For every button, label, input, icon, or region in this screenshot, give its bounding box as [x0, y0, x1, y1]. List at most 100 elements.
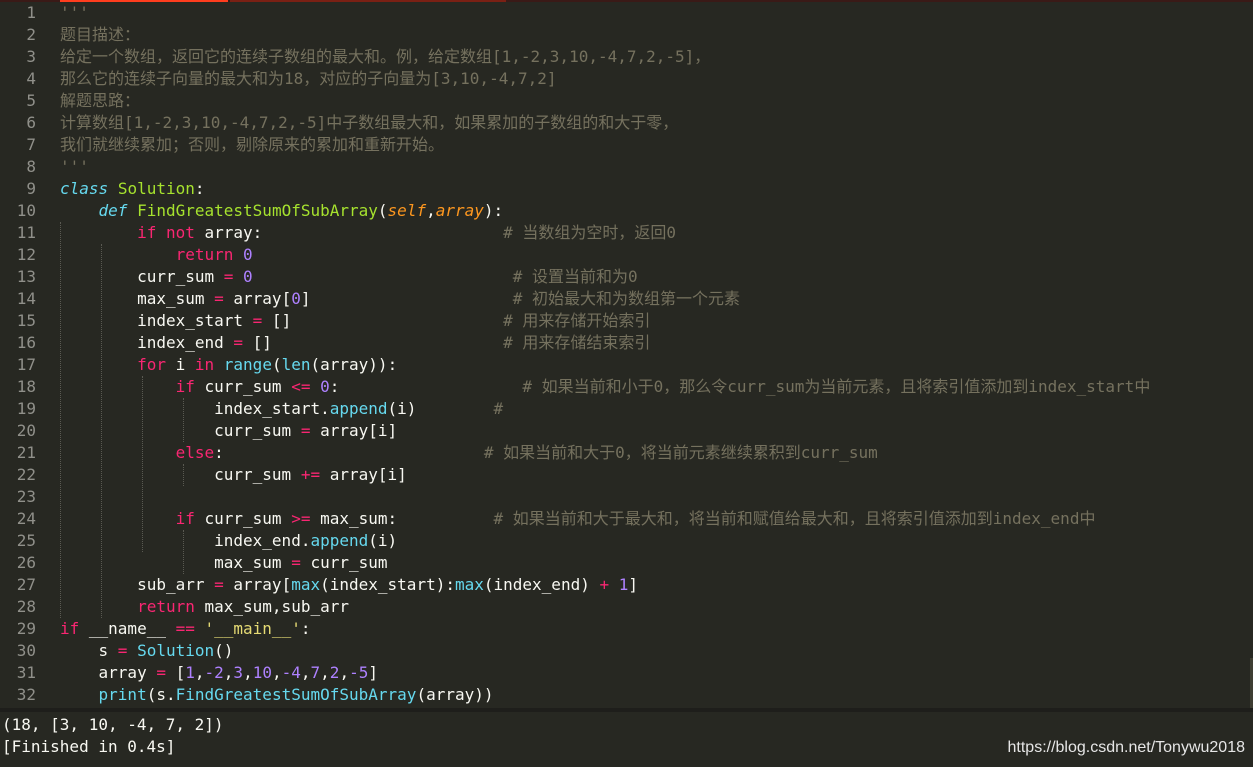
- code-token: 0: [291, 289, 301, 308]
- code-text: 我们就继续累加；否则，剔除原来的累加和重新开始。: [60, 134, 444, 156]
- code-token: ''': [60, 3, 89, 22]
- code-line[interactable]: 27 sub_arr = array[max(index_start):max(…: [0, 574, 1253, 596]
- code-token: [: [165, 663, 186, 682]
- code-token: index_end: [60, 333, 234, 352]
- code-token: array[i]: [320, 465, 407, 484]
- code-token: =: [291, 553, 301, 572]
- code-text: 计算数组[1,-2,3,10,-4,7,2,-5]中子数组最大和，如果累加的子数…: [60, 112, 678, 134]
- code-line[interactable]: 29 if __name__ == '__main__':: [0, 618, 1253, 640]
- code-line[interactable]: 14 max_sum = array[0] # 初始最大和为数组第一个元素: [0, 288, 1253, 310]
- line-number: 28: [16, 597, 36, 616]
- code-token: ]: [368, 663, 378, 682]
- code-line[interactable]: 19 index_start.append(i) #: [0, 398, 1253, 420]
- code-line[interactable]: 8 ''': [0, 156, 1253, 178]
- code-token: ,: [339, 663, 350, 682]
- code-token: ):: [483, 201, 504, 220]
- code-token: if: [175, 377, 195, 396]
- code-line[interactable]: 24 if curr_sum >= max_sum: # 如果当前和大于最大和，…: [0, 508, 1253, 530]
- code-line[interactable]: 10 def FindGreatestSumOfSubArray(self,ar…: [0, 200, 1253, 222]
- code-token: def: [98, 201, 128, 220]
- code-token: ,: [223, 663, 234, 682]
- line-number: 11: [16, 223, 36, 242]
- code-token: max_sum: [60, 553, 292, 572]
- code-line[interactable]: 7 我们就继续累加；否则，剔除原来的累加和重新开始。: [0, 134, 1253, 156]
- code-token: curr_sum: [194, 377, 292, 396]
- code-text: curr_sum += array[i]: [60, 464, 407, 486]
- line-number: 7: [26, 135, 36, 154]
- code-token: return: [175, 245, 234, 264]
- code-line[interactable]: 31 array = [1,-2,3,10,-4,7,2,-5]: [0, 662, 1253, 684]
- code-line[interactable]: 12 return 0: [0, 244, 1253, 266]
- code-line[interactable]: 4 那么它的连续子向量的最大和为18，对应的子向量为[3,10,-4,7,2]: [0, 68, 1253, 90]
- code-line[interactable]: 15 index_start = [] # 用来存储开始索引: [0, 310, 1253, 332]
- code-token: 解题思路：: [60, 91, 141, 110]
- line-number: 13: [16, 267, 36, 286]
- code-line[interactable]: 9 class Solution:: [0, 178, 1253, 200]
- code-text: index_end = [] # 用来存储结束索引: [60, 332, 650, 354]
- code-line[interactable]: 2 题目描述：: [0, 24, 1253, 46]
- code-line[interactable]: 25 index_end.append(i): [0, 530, 1253, 552]
- code-line[interactable]: 20 curr_sum = array[i]: [0, 420, 1253, 442]
- code-token: :: [300, 619, 311, 638]
- code-line[interactable]: 11 if not array: # 当数组为空时，返回0: [0, 222, 1253, 244]
- line-number: 20: [16, 421, 36, 440]
- code-line[interactable]: 16 index_end = [] # 用来存储结束索引: [0, 332, 1253, 354]
- code-token: 2: [329, 663, 340, 682]
- line-number: 15: [16, 311, 36, 330]
- line-number: 16: [16, 333, 36, 352]
- code-token: if: [137, 223, 157, 242]
- code-text: curr_sum = array[i]: [60, 420, 397, 442]
- watermark: https://blog.csdn.net/Tonywu2018: [1007, 739, 1246, 756]
- line-number: 6: [26, 113, 36, 132]
- code-token: ==: [175, 619, 195, 638]
- code-token: (: [377, 201, 388, 220]
- code-line[interactable]: 28 return max_sum,sub_arr: [0, 596, 1253, 618]
- code-token: '__main__': [204, 619, 301, 638]
- code-text: array = [1,-2,3,10,-4,7,2,-5]: [60, 662, 378, 684]
- code-token: =: [223, 267, 234, 286]
- line-number: 1: [26, 3, 36, 22]
- code-line[interactable]: 1 ''': [0, 2, 1253, 24]
- line-number: 12: [16, 245, 36, 264]
- code-line[interactable]: 5 解题思路：: [0, 90, 1253, 112]
- code-token: append: [310, 531, 369, 550]
- code-token: for: [137, 355, 166, 374]
- code-text: else: # 如果当前和大于0，将当前元素继续累积到curr_sum: [60, 442, 878, 464]
- code-line[interactable]: 6 计算数组[1,-2,3,10,-4,7,2,-5]中子数组最大和，如果累加的子…: [0, 112, 1253, 134]
- code-token: class: [60, 179, 109, 198]
- code-line[interactable]: 3 给定一个数组，返回它的连续子数组的最大和。例，给定数组[1,-2,3,10,-…: [0, 46, 1253, 68]
- code-text: class Solution:: [60, 178, 205, 200]
- code-token: +: [599, 575, 610, 594]
- code-token: array:: [194, 223, 504, 242]
- code-line[interactable]: 32 print(s.FindGreatestSumOfSubArray(arr…: [0, 684, 1253, 706]
- code-line[interactable]: 23: [0, 486, 1253, 508]
- code-token: (index_end): [483, 575, 600, 594]
- code-line[interactable]: 18 if curr_sum <= 0: # 如果当前和小于0，那么令curr_…: [0, 376, 1253, 398]
- code-token: (index_start):: [320, 575, 455, 594]
- code-token: max_sum,sub_arr: [194, 597, 349, 616]
- code-line[interactable]: 13 curr_sum = 0 # 设置当前和为0: [0, 266, 1253, 288]
- build-output-panel: (18, [3, 10, -4, 7, 2]) [Finished in 0.4…: [0, 712, 1253, 767]
- code-text: 给定一个数组，返回它的连续子数组的最大和。例，给定数组[1,-2,3,10,-4…: [60, 46, 710, 68]
- code-token: -2: [204, 663, 224, 682]
- code-text: if not array: # 当数组为空时，返回0: [60, 222, 676, 244]
- code-line[interactable]: 22 curr_sum += array[i]: [0, 464, 1253, 486]
- code-token: # 如果当前和大于0，将当前元素继续累积到curr_sum: [483, 443, 878, 462]
- code-text: print(s.FindGreatestSumOfSubArray(array)…: [60, 684, 494, 706]
- code-line[interactable]: 30 s = Solution(): [0, 640, 1253, 662]
- code-token: append: [329, 399, 388, 418]
- code-editor[interactable]: 1 ''' 2 题目描述： 3 给定一个数组，返回它的连续子数组的最大和。例，给定数组[1…: [0, 2, 1253, 708]
- code-token: FindGreatestSumOfSubArray: [137, 201, 378, 220]
- code-token: 0: [243, 245, 253, 264]
- code-token: max_sum:: [310, 509, 494, 528]
- code-token: s: [60, 641, 118, 660]
- code-token: self: [387, 201, 427, 220]
- code-line[interactable]: 21 else: # 如果当前和大于0，将当前元素继续累积到curr_sum: [0, 442, 1253, 464]
- code-line[interactable]: 17 for i in range(len(array)):: [0, 354, 1253, 376]
- code-token: =: [156, 663, 166, 682]
- code-line[interactable]: 26 max_sum = curr_sum: [0, 552, 1253, 574]
